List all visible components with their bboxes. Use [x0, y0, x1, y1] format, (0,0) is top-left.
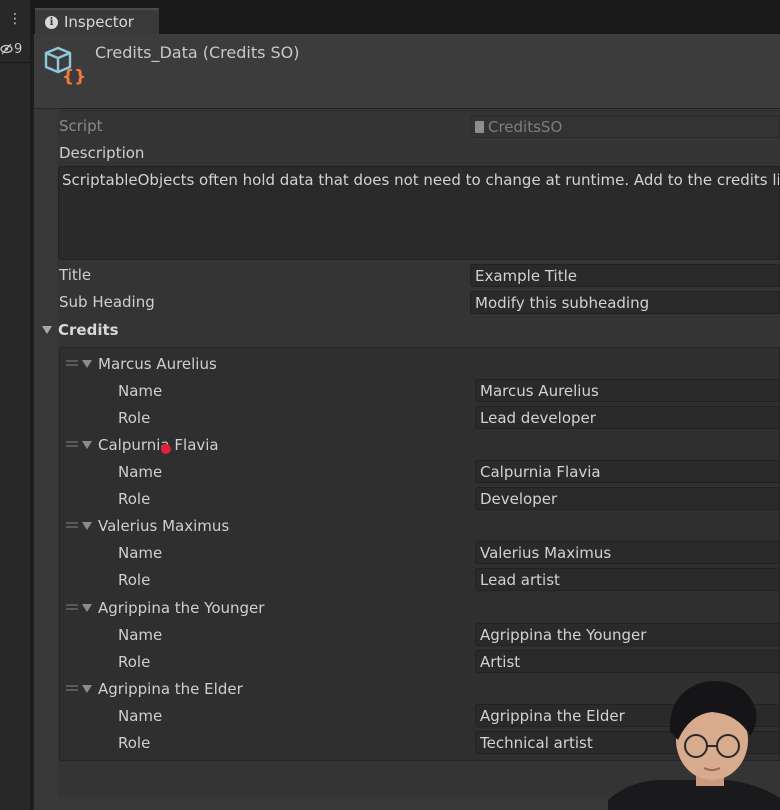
foldout-arrow-icon [82, 522, 92, 530]
credits-label: Credits [58, 321, 119, 339]
list-item-header[interactable]: Agrippina the Younger [82, 599, 264, 617]
foldout-arrow-icon [42, 326, 52, 334]
drag-handle-icon[interactable] [66, 522, 78, 528]
name-label: Name [118, 463, 163, 481]
tab-label: Inspector [64, 13, 134, 31]
name-input[interactable]: Calpurnia Flavia [475, 460, 780, 483]
svg-text:{}: {} [62, 67, 86, 86]
script-field: CreditsSO [470, 115, 780, 138]
webcam-overlay [608, 662, 780, 810]
scriptable-object-icon: {} [44, 46, 86, 86]
list-item-title: Valerius Maximus [98, 517, 230, 535]
subheading-input[interactable]: Modify this subheading [470, 291, 780, 314]
drag-handle-icon[interactable] [66, 685, 78, 691]
info-icon: i [45, 15, 58, 29]
description-textarea[interactable]: ScriptableObjects often hold data that d… [58, 166, 780, 260]
name-label: Name [118, 707, 163, 725]
credits-foldout[interactable]: Credits [42, 321, 119, 339]
list-item-header[interactable]: Valerius Maximus [82, 517, 229, 535]
drag-handle-icon[interactable] [66, 604, 78, 610]
list-item-title: Agrippina the Elder [98, 680, 243, 698]
foldout-arrow-icon [82, 685, 92, 693]
eye-slash-icon [0, 43, 13, 55]
role-input[interactable]: Lead developer [475, 406, 780, 429]
cursor-indicator [161, 444, 171, 454]
role-input[interactable]: Lead artist [475, 568, 780, 591]
drag-handle-icon[interactable] [66, 360, 78, 366]
name-label: Name [118, 544, 163, 562]
title-input[interactable]: Example Title [470, 264, 780, 287]
list-item-header[interactable]: Agrippina the Elder [82, 680, 243, 698]
list-item-title: Marcus Aurelius [98, 355, 217, 373]
hidden-objects-toggle[interactable]: 9 [0, 38, 30, 60]
list-item-title: Agrippina the Younger [98, 599, 265, 617]
role-label: Role [118, 653, 151, 671]
name-label: Name [118, 626, 163, 644]
description-label: Description [59, 144, 145, 162]
list-item-header[interactable]: Marcus Aurelius [82, 355, 217, 373]
list-item-title: Calpurnia Flavia [98, 436, 219, 454]
drag-handle-icon[interactable] [66, 441, 78, 447]
left-panel-strip: ⋮ 9 [0, 0, 31, 810]
role-label: Role [118, 571, 151, 589]
foldout-arrow-icon [82, 441, 92, 449]
hidden-count: 9 [14, 41, 23, 57]
foldout-arrow-icon [82, 360, 92, 368]
subheading-label: Sub Heading [59, 293, 155, 311]
foldout-arrow-icon [82, 604, 92, 612]
list-item-header[interactable]: Calpurnia Flavia [82, 436, 219, 454]
asset-title: Credits_Data (Credits SO) [95, 43, 300, 62]
tab-inspector[interactable]: i Inspector [35, 8, 159, 34]
script-file-icon [475, 120, 484, 133]
name-input[interactable]: Marcus Aurelius [475, 379, 780, 402]
title-label: Title [59, 266, 92, 284]
inspector-header: {} Credits_Data (Credits SO) [34, 34, 780, 109]
script-value: CreditsSO [488, 117, 563, 136]
window-tab-bar: i Inspector [30, 0, 780, 34]
role-input[interactable]: Developer [475, 487, 780, 510]
role-label: Role [118, 409, 151, 427]
kebab-menu-icon[interactable]: ⋮ [8, 12, 22, 26]
divider [0, 62, 30, 63]
script-label: Script [59, 117, 103, 135]
role-label: Role [118, 734, 151, 752]
presenter-image [608, 681, 780, 810]
name-input[interactable]: Valerius Maximus [475, 541, 780, 564]
name-input[interactable]: Agrippina the Younger [475, 623, 780, 646]
name-label: Name [118, 382, 163, 400]
role-label: Role [118, 490, 151, 508]
